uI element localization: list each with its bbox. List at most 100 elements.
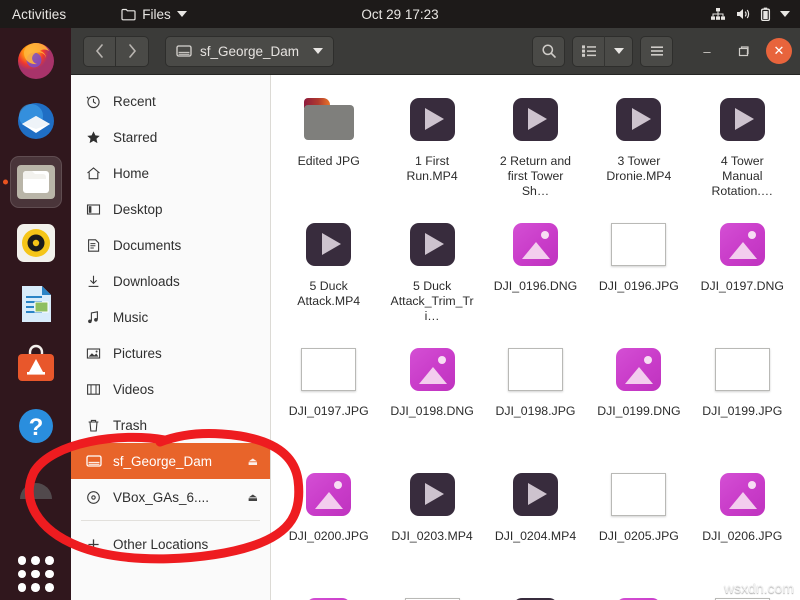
file-item[interactable]: DJI_0196.DNG bbox=[484, 210, 587, 329]
maximize-button[interactable] bbox=[730, 38, 756, 64]
dock-item-thunderbird[interactable] bbox=[10, 95, 62, 147]
ubuntu-dock: ? bbox=[0, 28, 71, 600]
file-icon-wrap bbox=[513, 91, 558, 147]
system-tray[interactable] bbox=[710, 7, 790, 22]
file-item[interactable]: 5 Duck Attack.MP4 bbox=[277, 210, 380, 329]
sidebar-item-starred[interactable]: Starred bbox=[71, 119, 270, 155]
sidebar-item-music[interactable]: Music bbox=[71, 299, 270, 335]
file-item[interactable]: DJI_0197.DNG bbox=[691, 210, 794, 329]
file-item[interactable]: DJI_0204.MP4 bbox=[484, 460, 587, 579]
main-menu-button[interactable] bbox=[640, 36, 673, 67]
file-label: DJI_0198.DNG bbox=[390, 404, 474, 419]
file-item[interactable]: DJI_0205.JPG bbox=[587, 460, 690, 579]
file-icon-wrap bbox=[715, 341, 770, 397]
sidebar-item-label: Starred bbox=[113, 130, 258, 145]
sidebar-item-trash[interactable]: Trash bbox=[71, 407, 270, 443]
sidebar-item-home[interactable]: Home bbox=[71, 155, 270, 191]
file-label: 5 Duck Attack_Trim_Tri… bbox=[390, 279, 474, 324]
eject-button[interactable]: ⏏ bbox=[248, 455, 258, 468]
file-icon-wrap bbox=[513, 591, 558, 600]
sidebar-item-label: Documents bbox=[113, 238, 258, 253]
file-label: DJI_0199.DNG bbox=[597, 404, 681, 419]
view-mode-dropdown-button[interactable] bbox=[605, 36, 633, 67]
list-view-icon bbox=[581, 44, 597, 58]
file-label: 3 Tower Dronie.MP4 bbox=[597, 154, 681, 184]
sidebar-item-recent[interactable]: Recent bbox=[71, 83, 270, 119]
grid-dot bbox=[45, 556, 54, 565]
grid-dot bbox=[31, 570, 40, 579]
file-item[interactable]: DJI_0196.JPG bbox=[587, 210, 690, 329]
sidebar-item-label: Videos bbox=[113, 382, 258, 397]
screen: Activities Files Oct 29 17:23 bbox=[0, 0, 800, 600]
file-item[interactable]: 2 Return and first Tower Sh… bbox=[484, 85, 587, 204]
show-applications-button[interactable] bbox=[18, 556, 54, 592]
sidebar-item-sf-george-dam[interactable]: sf_George_Dam ⏏ bbox=[71, 443, 270, 479]
file-item[interactable]: DJI_0199.DNG bbox=[587, 335, 690, 454]
gnome-top-bar: Activities Files Oct 29 17:23 bbox=[0, 0, 800, 28]
dock-item-trash[interactable] bbox=[10, 461, 62, 513]
file-item[interactable]: DJI_0206.JPG bbox=[691, 460, 794, 579]
eject-button[interactable]: ⏏ bbox=[248, 491, 258, 504]
header-actions: – ✕ bbox=[532, 36, 792, 67]
minimize-button[interactable]: – bbox=[694, 38, 720, 64]
file-item[interactable]: DJI_0200.JPG bbox=[277, 460, 380, 579]
clock[interactable]: Oct 29 17:23 bbox=[0, 7, 800, 22]
grid-dot bbox=[18, 570, 27, 579]
back-button[interactable] bbox=[83, 36, 116, 67]
sidebar-item-vbox-gas[interactable]: VBox_GAs_6.... ⏏ bbox=[71, 479, 270, 515]
file-icon-wrap bbox=[616, 591, 661, 600]
sidebar-item-downloads[interactable]: Downloads bbox=[71, 263, 270, 299]
file-item[interactable]: DJI_0199.JPG bbox=[691, 335, 794, 454]
sidebar-item-pictures[interactable]: Pictures bbox=[71, 335, 270, 371]
file-item[interactable]: DJI_0197.JPG bbox=[277, 335, 380, 454]
thunderbird-icon bbox=[14, 99, 58, 143]
dock-item-rhythmbox[interactable] bbox=[10, 217, 62, 269]
video-icon bbox=[85, 381, 102, 398]
dock-item-files[interactable] bbox=[10, 156, 62, 208]
file-item[interactable]: 3 Tower Dronie.MP4 bbox=[587, 85, 690, 204]
rhythmbox-icon bbox=[14, 221, 58, 265]
close-button[interactable]: ✕ bbox=[766, 38, 792, 64]
file-item[interactable]: DJI_0203.MP4 bbox=[380, 460, 483, 579]
home-icon bbox=[85, 165, 102, 182]
file-item[interactable]: Edited JPG bbox=[277, 85, 380, 204]
path-bar-button[interactable]: sf_George_Dam bbox=[165, 36, 334, 67]
file-item[interactable]: 5 Duck Attack_Trim_Tri… bbox=[380, 210, 483, 329]
sidebar-item-desktop[interactable]: Desktop bbox=[71, 191, 270, 227]
file-label: DJI_0196.DNG bbox=[493, 279, 577, 294]
dock-item-help[interactable]: ? bbox=[10, 400, 62, 452]
picture-icon bbox=[85, 345, 102, 362]
file-item[interactable]: DJI_0208. bbox=[380, 585, 483, 600]
image-file-icon bbox=[616, 348, 661, 391]
file-item[interactable]: DJI_0198.DNG bbox=[380, 335, 483, 454]
plus-icon bbox=[85, 536, 102, 553]
file-item[interactable]: 1 First Run.MP4 bbox=[380, 85, 483, 204]
app-menu-button[interactable]: Files bbox=[121, 7, 187, 22]
sidebar-item-label: sf_George_Dam bbox=[113, 454, 237, 469]
file-item[interactable]: DJI_0207. bbox=[277, 585, 380, 600]
sidebar-item-other-locations[interactable]: Other Locations bbox=[71, 526, 270, 562]
sidebar-item-videos[interactable]: Videos bbox=[71, 371, 270, 407]
file-grid-view[interactable]: Edited JPG1 First Run.MP42 Return and fi… bbox=[271, 75, 800, 600]
photo-thumbnail bbox=[611, 223, 666, 266]
dock-item-firefox[interactable] bbox=[10, 34, 62, 86]
ubuntu-software-icon bbox=[14, 343, 58, 387]
search-button[interactable] bbox=[532, 36, 565, 67]
dock-item-ubuntu-software[interactable] bbox=[10, 339, 62, 391]
sidebar-item-label: Pictures bbox=[113, 346, 258, 361]
forward-button[interactable] bbox=[116, 36, 149, 67]
clock-label: Oct 29 17:23 bbox=[361, 7, 438, 22]
file-item[interactable]: DJI_0209. bbox=[484, 585, 587, 600]
activities-button[interactable]: Activities bbox=[12, 7, 66, 22]
sidebar-item-documents[interactable]: Documents bbox=[71, 227, 270, 263]
file-label: DJI_0197.JPG bbox=[287, 404, 371, 419]
libreoffice-writer-icon bbox=[14, 282, 58, 326]
file-item[interactable]: DJI_0198.JPG bbox=[484, 335, 587, 454]
list-view-button[interactable] bbox=[572, 36, 605, 67]
chevron-down-icon[interactable] bbox=[780, 11, 790, 17]
file-item[interactable]: 4 Tower Manual Rotation.… bbox=[691, 85, 794, 204]
dock-item-libreoffice-writer[interactable] bbox=[10, 278, 62, 330]
file-item[interactable]: DJI_0210. bbox=[587, 585, 690, 600]
file-icon-wrap bbox=[513, 216, 558, 272]
hamburger-menu-icon bbox=[649, 44, 665, 58]
